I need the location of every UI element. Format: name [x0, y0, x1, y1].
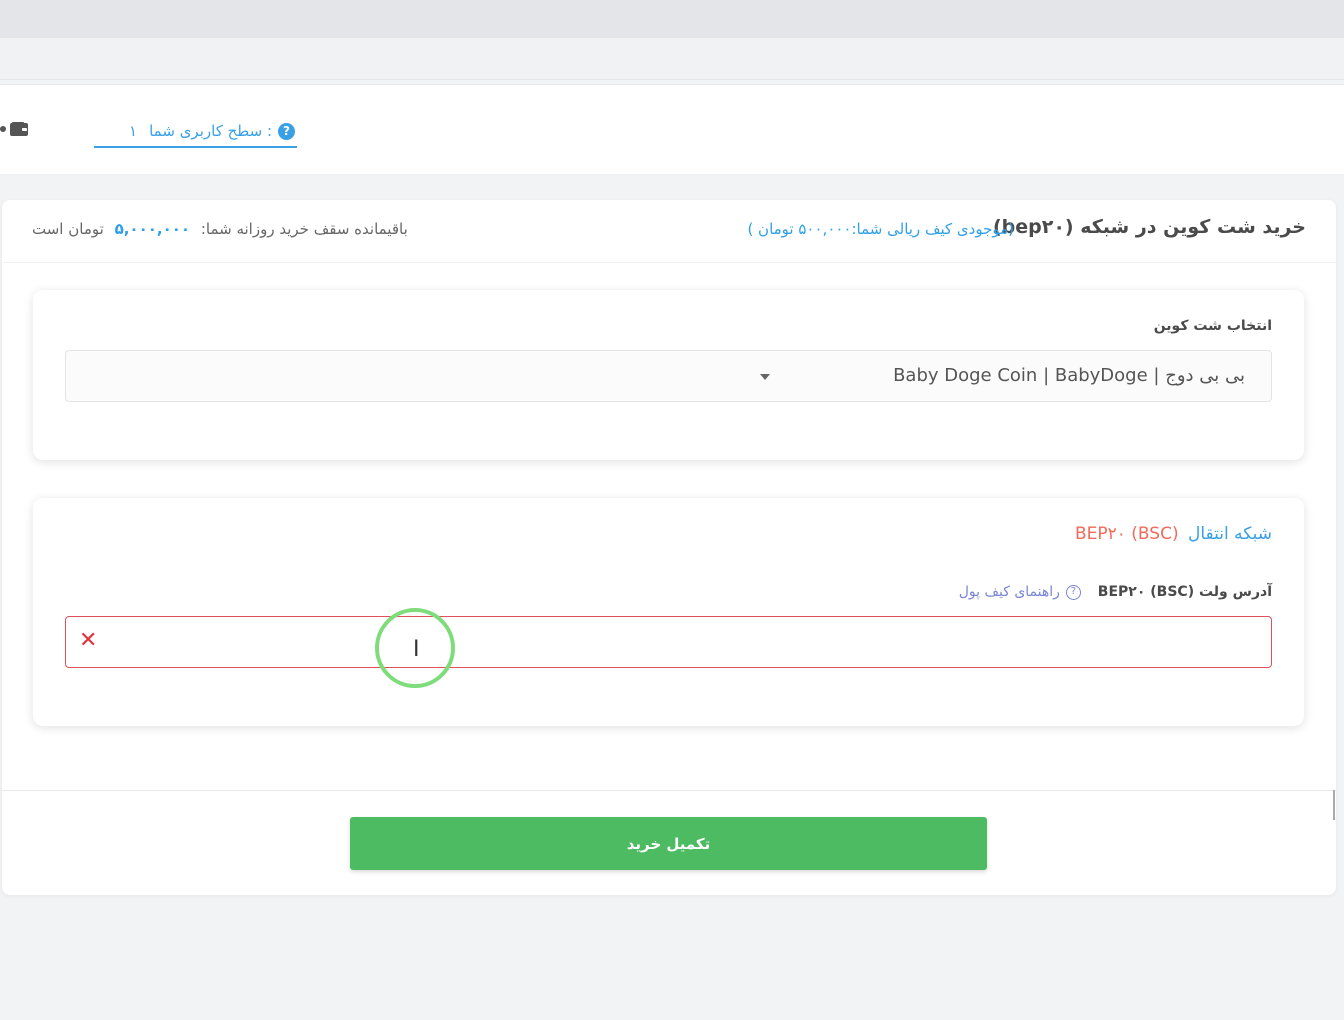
close-icon[interactable]: ✕ [79, 630, 97, 652]
wallet-balance: (موجودی کیف ریالی شما:۵۰۰,۰۰۰ تومان ) [747, 220, 1014, 238]
wallet-icon[interactable] [10, 122, 28, 136]
question-circle-icon[interactable]: ? [278, 122, 295, 140]
chevron-down-icon[interactable] [760, 374, 770, 380]
network-value: BEP۲۰ (BSC) [1074, 524, 1179, 544]
user-level[interactable]: ? سطح کاربری شما : ۱ [94, 116, 297, 148]
daily-limit-suffix: تومان است [32, 220, 104, 238]
address-label: آدرس ولت (BSC) BEP۲۰ [1097, 584, 1272, 600]
purchase-card: خرید شت کوین در شبکه (bep۲۰) (موجودی کیف… [2, 200, 1336, 895]
secondary-bar [0, 38, 1344, 80]
address-label-row: آدرس ولت (BSC) BEP۲۰ ? راهنمای کیف پول [959, 584, 1272, 600]
coin-select[interactable]: بی بی دوج | Baby Doge Coin | BabyDoge [65, 350, 1272, 402]
wallet-address-input[interactable] [65, 616, 1272, 668]
user-header: ? سطح کاربری شما : ۱ [0, 84, 1344, 174]
daily-limit-amount: ۵,۰۰۰,۰۰۰ [114, 220, 191, 238]
wallet-guide-text: راهنمای کیف پول [958, 584, 1060, 600]
coin-select-panel: انتخاب شت کوین بی بی دوج | Baby Doge Coi… [33, 290, 1304, 460]
complete-purchase-button[interactable]: تکمیل خرید [350, 817, 987, 870]
wallet-indicator [0, 126, 6, 132]
daily-limit: باقیمانده سقف خرید روزانه شما: ۵,۰۰۰,۰۰۰… [32, 220, 408, 238]
text-cursor-icon: I [413, 637, 420, 662]
footer-divider [2, 790, 1336, 791]
wallet-guide-link[interactable]: ? راهنمای کیف پول [959, 584, 1081, 600]
coin-select-label: انتخاب شت کوین [1153, 318, 1272, 334]
network-label: شبکه انتقال [1188, 524, 1272, 544]
user-level-label: سطح کاربری شما : [149, 122, 272, 140]
coin-select-value: بی بی دوج | Baby Doge Coin | BabyDoge [893, 365, 1245, 386]
network-info: شبکه انتقال BEP۲۰ (BSC) [1075, 524, 1272, 544]
network-panel: شبکه انتقال BEP۲۰ (BSC) آدرس ولت (BSC) B… [33, 498, 1304, 726]
page-title: خرید شت کوین در شبکه (bep۲۰) [992, 216, 1306, 238]
daily-limit-prefix: باقیمانده سقف خرید روزانه شما: [200, 220, 408, 238]
divider [2, 262, 1336, 263]
help-icon: ? [1065, 584, 1081, 600]
top-bar [0, 0, 1344, 38]
user-level-value: ۱ [129, 122, 138, 140]
scrollbar[interactable] [1333, 790, 1335, 820]
